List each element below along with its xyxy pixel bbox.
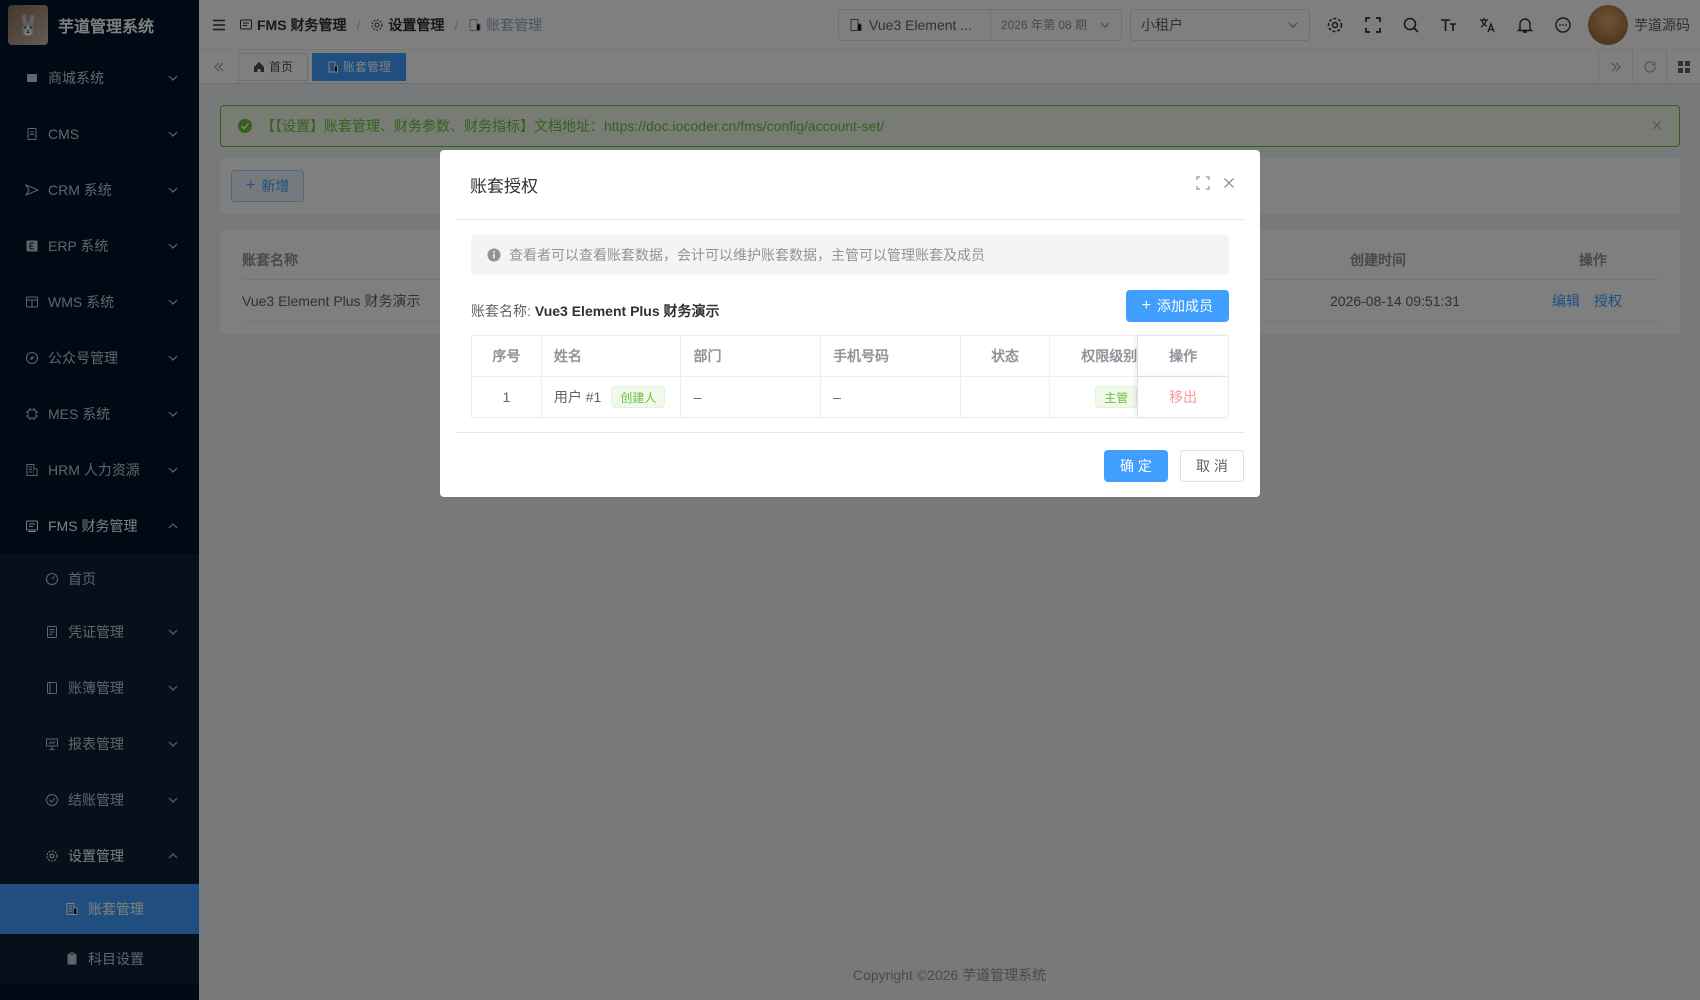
remove-link[interactable]: 移出 bbox=[1169, 387, 1197, 407]
dialog-title: 账套授权 bbox=[470, 177, 538, 196]
dialog-tools bbox=[1196, 176, 1236, 193]
creator-tag: 创建人 bbox=[611, 386, 666, 408]
column-header: 序号 bbox=[472, 336, 542, 376]
info-alert: 查看者可以查看账套数据，会计可以维护账套数据，主管可以管理账套及成员 bbox=[471, 235, 1229, 275]
account-set-line: 账套名称: Vue3 Element Plus 财务演示 bbox=[471, 295, 720, 327]
dialog-footer: 确 定 取 消 bbox=[456, 432, 1244, 497]
member-name-cell: 用户 #1 创建人 bbox=[542, 377, 682, 417]
column-header: 姓名 bbox=[542, 336, 682, 376]
plus-icon: + bbox=[1141, 297, 1151, 314]
column-header: 状态 bbox=[961, 336, 1051, 376]
account-set-value: Vue3 Element Plus 财务演示 bbox=[534, 303, 720, 319]
member-role-cell: 主管 bbox=[1050, 377, 1139, 417]
authorize-dialog: 账套授权 查看者可以查看账套数据，会计可以维护账套数据，主管可以管理账套及成员 … bbox=[440, 150, 1260, 497]
column-header: 手机号码 bbox=[821, 336, 961, 376]
add-member-button[interactable]: + 添加成员 bbox=[1125, 290, 1229, 322]
role-tag: 主管 bbox=[1095, 386, 1138, 408]
info-text: 查看者可以查看账套数据，会计可以维护账套数据，主管可以管理账套及成员 bbox=[509, 247, 985, 263]
member-name: 用户 #1 bbox=[553, 389, 602, 405]
confirm-button[interactable]: 确 定 bbox=[1104, 450, 1168, 482]
member-index: 1 bbox=[472, 377, 542, 417]
column-header: 部门 bbox=[681, 336, 822, 376]
member-dept: – bbox=[681, 377, 822, 417]
maximize-icon[interactable] bbox=[1196, 176, 1210, 193]
member-status bbox=[961, 377, 1051, 417]
table-row: 1 用户 #1 创建人 – – 主管 移出 bbox=[472, 376, 1228, 417]
column-header: 操作 bbox=[1138, 336, 1228, 376]
close-icon[interactable] bbox=[1222, 176, 1236, 193]
table-header: 序号 姓名 部门 手机号码 状态 权限级别 操作 bbox=[472, 336, 1228, 376]
info-icon bbox=[487, 248, 501, 262]
member-table: 序号 姓名 部门 手机号码 状态 权限级别 操作 1 用户 #1 创建人 – –… bbox=[471, 335, 1229, 418]
account-set-label: 账套名称: bbox=[471, 303, 531, 319]
add-member-label: 添加成员 bbox=[1157, 298, 1213, 314]
member-action-cell: 移出 bbox=[1138, 377, 1228, 417]
cancel-button[interactable]: 取 消 bbox=[1180, 450, 1244, 482]
dialog-header: 账套授权 bbox=[456, 150, 1244, 220]
member-phone: – bbox=[821, 377, 961, 417]
column-header: 权限级别 bbox=[1050, 336, 1139, 376]
